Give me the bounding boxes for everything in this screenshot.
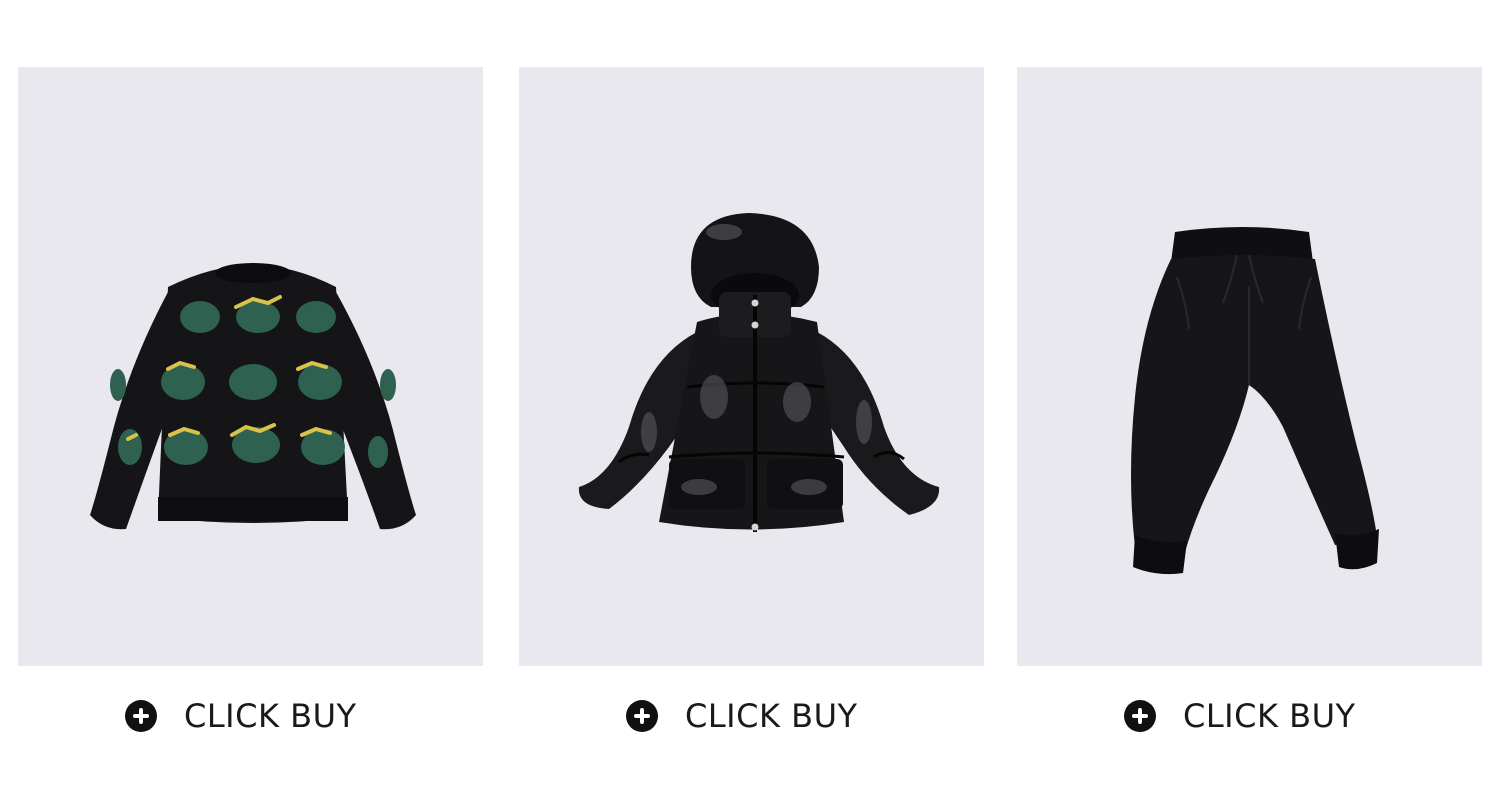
plus-circle-icon xyxy=(125,700,157,732)
product-card-puffer-jacket[interactable] xyxy=(519,67,984,666)
plus-circle-icon xyxy=(626,700,658,732)
click-buy-label: CLICK BUY xyxy=(184,697,357,735)
puffer-jacket-image xyxy=(578,213,940,532)
jogger-pants-image xyxy=(1131,227,1379,575)
click-buy-button-pants[interactable]: CLICK BUY xyxy=(1124,694,1356,738)
product-card-dinosaur-sweater[interactable] xyxy=(18,67,483,666)
click-buy-button-sweater[interactable]: CLICK BUY xyxy=(125,694,357,738)
click-buy-button-jacket[interactable]: CLICK BUY xyxy=(626,694,858,738)
plus-circle-icon xyxy=(1124,700,1156,732)
click-buy-label: CLICK BUY xyxy=(685,697,858,735)
product-card-jogger-pants[interactable] xyxy=(1017,67,1482,666)
click-buy-label: CLICK BUY xyxy=(1183,697,1356,735)
dinosaur-sweater-image xyxy=(90,263,416,530)
